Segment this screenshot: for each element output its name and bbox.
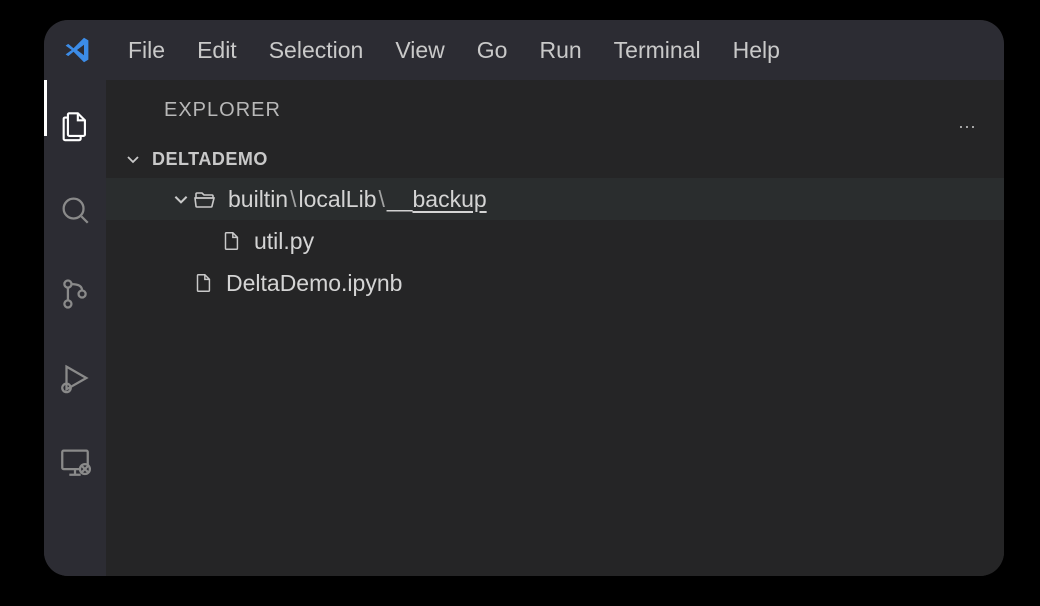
window-body: EXPLORER ··· DELTADEMO bbox=[44, 80, 1004, 576]
tree-folder-row[interactable]: builtin\localLib\__backup bbox=[106, 178, 1004, 220]
run-debug-icon[interactable] bbox=[57, 360, 93, 396]
file-name: DeltaDemo.ipynb bbox=[226, 270, 402, 297]
folder-path: builtin\localLib\__backup bbox=[228, 186, 487, 213]
source-control-icon[interactable] bbox=[57, 276, 93, 312]
chevron-down-icon bbox=[170, 188, 192, 210]
explorer-icon[interactable] bbox=[57, 108, 93, 144]
menu-run[interactable]: Run bbox=[537, 33, 583, 68]
menu-terminal[interactable]: Terminal bbox=[612, 33, 703, 68]
tree-file-row[interactable]: DeltaDemo.ipynb bbox=[106, 262, 1004, 304]
search-icon[interactable] bbox=[57, 192, 93, 228]
workspace-name: DELTADEMO bbox=[152, 149, 268, 170]
app-window: File Edit Selection View Go Run Terminal… bbox=[44, 20, 1004, 576]
vscode-logo-icon bbox=[62, 35, 92, 65]
menu-selection[interactable]: Selection bbox=[267, 33, 366, 68]
file-icon bbox=[190, 270, 216, 296]
menu-help[interactable]: Help bbox=[731, 33, 782, 68]
remote-icon[interactable] bbox=[57, 444, 93, 480]
sidebar-more-icon[interactable]: ··· bbox=[958, 116, 976, 137]
sidebar-title: EXPLORER bbox=[106, 80, 1004, 140]
menu-file[interactable]: File bbox=[126, 33, 167, 68]
explorer-sidebar: EXPLORER ··· DELTADEMO bbox=[106, 80, 1004, 576]
tree-file-row[interactable]: util.py bbox=[106, 220, 1004, 262]
file-tree: builtin\localLib\__backup util.py bbox=[106, 178, 1004, 304]
workspace-header[interactable]: DELTADEMO bbox=[106, 140, 1004, 178]
activity-active-indicator bbox=[44, 80, 47, 136]
title-bar: File Edit Selection View Go Run Terminal… bbox=[44, 20, 1004, 80]
folder-open-icon bbox=[192, 186, 218, 212]
file-name: util.py bbox=[254, 228, 314, 255]
menu-view[interactable]: View bbox=[393, 33, 446, 68]
file-icon bbox=[218, 228, 244, 254]
chevron-down-icon bbox=[122, 148, 144, 170]
menu-edit[interactable]: Edit bbox=[195, 33, 239, 68]
menu-go[interactable]: Go bbox=[475, 33, 510, 68]
activity-bar bbox=[44, 80, 106, 576]
